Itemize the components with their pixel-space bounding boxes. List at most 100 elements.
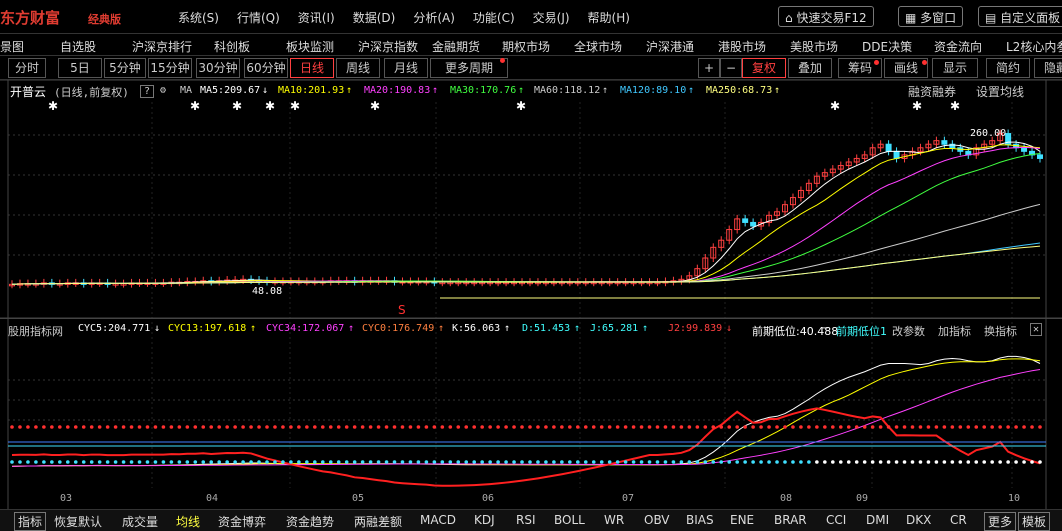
menu-item-4[interactable]: 分析(A) xyxy=(413,11,455,25)
bottom-tab-17[interactable]: DMI xyxy=(866,513,889,527)
nav-item-10[interactable]: 港股市场 xyxy=(718,38,766,55)
close-icon[interactable]: ✕ xyxy=(1030,323,1043,336)
menu-item-2[interactable]: 资讯(I) xyxy=(298,11,335,25)
replace-indicator-link[interactable]: 换指标 xyxy=(984,323,1017,339)
dot-red-65 xyxy=(528,425,532,429)
dot-red-8 xyxy=(73,425,78,429)
nav-item-11[interactable]: 美股市场 xyxy=(790,38,838,55)
quick-trade-label: 快速交易F12 xyxy=(796,11,867,25)
bottom-tab-13[interactable]: BIAS xyxy=(686,513,714,527)
bottom-tab-16[interactable]: CCI xyxy=(826,513,846,527)
dot-low-4 xyxy=(42,460,46,464)
multi-window-button[interactable]: ▦ 多窗口 xyxy=(898,6,964,27)
nav-item-14[interactable]: L2核心内参 xyxy=(1006,38,1062,55)
nav-item-2[interactable]: 沪深京排行 xyxy=(132,38,192,55)
params-link[interactable]: 改参数 xyxy=(892,323,925,339)
dot-low-34 xyxy=(281,460,285,464)
help-icon[interactable]: ? xyxy=(140,85,155,98)
menu-item-0[interactable]: 系统(S) xyxy=(178,11,219,25)
tool-6[interactable]: 显示 xyxy=(932,58,978,78)
price-low-label: 48.08 xyxy=(252,286,282,297)
period-0[interactable]: 分时 xyxy=(8,58,46,78)
bottom-tab-19[interactable]: CR xyxy=(950,513,967,527)
dot-low-107 xyxy=(862,460,867,464)
period-8[interactable]: 月线 xyxy=(384,58,428,78)
tool-7[interactable]: 简约 xyxy=(986,58,1030,78)
period-2[interactable]: 5分钟 xyxy=(104,58,146,78)
nav-item-5[interactable]: 沪深京指数 xyxy=(358,38,418,55)
bottom-tab-5[interactable]: 资金趋势 xyxy=(286,513,334,530)
menu-item-5[interactable]: 功能(C) xyxy=(473,11,515,25)
nav-item-1[interactable]: 自选股 xyxy=(60,38,96,55)
bottom-tab-4[interactable]: 资金博弈 xyxy=(218,513,266,530)
bottom-tab-18[interactable]: DKX xyxy=(906,513,931,527)
kline-chart-area[interactable]: ✱ ✱ ✱ ✱ ✱ ✱ ✱ ✱ ✱ ✱ 260.00 48.08 S 03 04 05 06 07 08 09 10 xyxy=(0,80,1062,510)
bottom-tab-3[interactable]: 均线 xyxy=(176,513,200,530)
nav-item-0[interactable]: 景图 xyxy=(0,38,24,55)
bottom-tab-1[interactable]: 恢复默认 xyxy=(54,513,102,530)
dot-red-68 xyxy=(552,425,556,429)
dot-red-67 xyxy=(544,425,548,429)
indicator-value-2: CYC34:172.067 xyxy=(266,323,345,334)
bottom-tab-20[interactable]: 更多 xyxy=(984,512,1017,531)
period-5[interactable]: 60分钟 xyxy=(244,58,288,78)
dot-low-6 xyxy=(58,460,62,464)
bottom-tab-2[interactable]: 成交量 xyxy=(122,513,158,530)
dot-low-27 xyxy=(225,460,229,464)
margin-link[interactable]: 融资融券 xyxy=(908,83,956,100)
bottom-tab-8[interactable]: KDJ xyxy=(474,513,495,527)
tool-1[interactable]: − xyxy=(720,58,742,78)
custom-panel-button[interactable]: ▤ 自定义面板 xyxy=(978,6,1062,27)
menu-item-6[interactable]: 交易(J) xyxy=(533,11,570,25)
dot-low-64 xyxy=(520,460,524,464)
bottom-tab-12[interactable]: OBV xyxy=(644,513,670,527)
period-4[interactable]: 30分钟 xyxy=(196,58,240,78)
dot-low-77 xyxy=(623,460,628,464)
period-7[interactable]: 周线 xyxy=(336,58,380,78)
dot-low-59 xyxy=(480,460,484,464)
quick-trade-button[interactable]: ⌂ 快速交易F12 xyxy=(778,6,874,27)
dot-low-75 xyxy=(607,460,612,464)
dot-red-114 xyxy=(918,425,923,429)
dot-low-124 xyxy=(998,460,1002,464)
nav-item-4[interactable]: 板块监测 xyxy=(286,38,334,55)
tool-0[interactable]: + xyxy=(698,58,720,78)
dot-red-99 xyxy=(799,425,803,429)
dot-red-79 xyxy=(639,425,644,429)
dot-red-59 xyxy=(480,425,484,429)
nav-item-13[interactable]: 资金流向 xyxy=(934,38,982,55)
bottom-tab-21[interactable]: 模板 xyxy=(1018,512,1051,531)
period-9[interactable]: 更多周期 xyxy=(430,58,508,78)
bottom-tab-0[interactable]: 指标 xyxy=(14,512,47,531)
bottom-tab-6[interactable]: 两融差额 xyxy=(354,513,402,530)
bottom-tab-9[interactable]: RSI xyxy=(516,513,536,527)
bottom-tab-11[interactable]: WR xyxy=(604,513,624,527)
menu-item-3[interactable]: 数据(D) xyxy=(353,11,396,25)
month-label-2: 05 xyxy=(352,493,364,504)
menu-item-7[interactable]: 帮助(H) xyxy=(588,11,630,25)
nav-item-8[interactable]: 全球市场 xyxy=(574,38,622,55)
dot-low-108 xyxy=(870,460,875,464)
add-indicator-link[interactable]: 加指标 xyxy=(938,323,971,339)
nav-item-7[interactable]: 期权市场 xyxy=(502,38,550,55)
nav-item-9[interactable]: 沪深港通 xyxy=(646,38,694,55)
period-3[interactable]: 15分钟 xyxy=(148,58,192,78)
period-1[interactable]: 5日 xyxy=(58,58,102,78)
bottom-tab-10[interactable]: BOLL xyxy=(554,513,585,527)
tool-8[interactable]: 隐藏 xyxy=(1034,58,1062,78)
bottom-tab-15[interactable]: BRAR xyxy=(774,513,807,527)
period-6[interactable]: 日线 xyxy=(290,58,334,78)
dot-red-45 xyxy=(368,425,373,429)
nav-item-3[interactable]: 科创板 xyxy=(214,38,250,55)
nav-item-12[interactable]: DDE决策 xyxy=(862,38,912,55)
menu-item-1[interactable]: 行情(Q) xyxy=(237,11,280,25)
nav-item-6[interactable]: 金融期货 xyxy=(432,38,480,55)
ma-settings-link[interactable]: 设置均线 xyxy=(976,83,1024,100)
dot-red-109 xyxy=(878,425,883,429)
tool-2[interactable]: 复权 xyxy=(742,58,786,78)
bottom-tab-7[interactable]: MACD xyxy=(420,513,456,527)
gear-icon[interactable]: ⚙ xyxy=(160,85,166,96)
bottom-tab-14[interactable]: ENE xyxy=(730,513,754,527)
dot-red-108 xyxy=(870,425,875,429)
tool-3[interactable]: 叠加 xyxy=(788,58,832,78)
